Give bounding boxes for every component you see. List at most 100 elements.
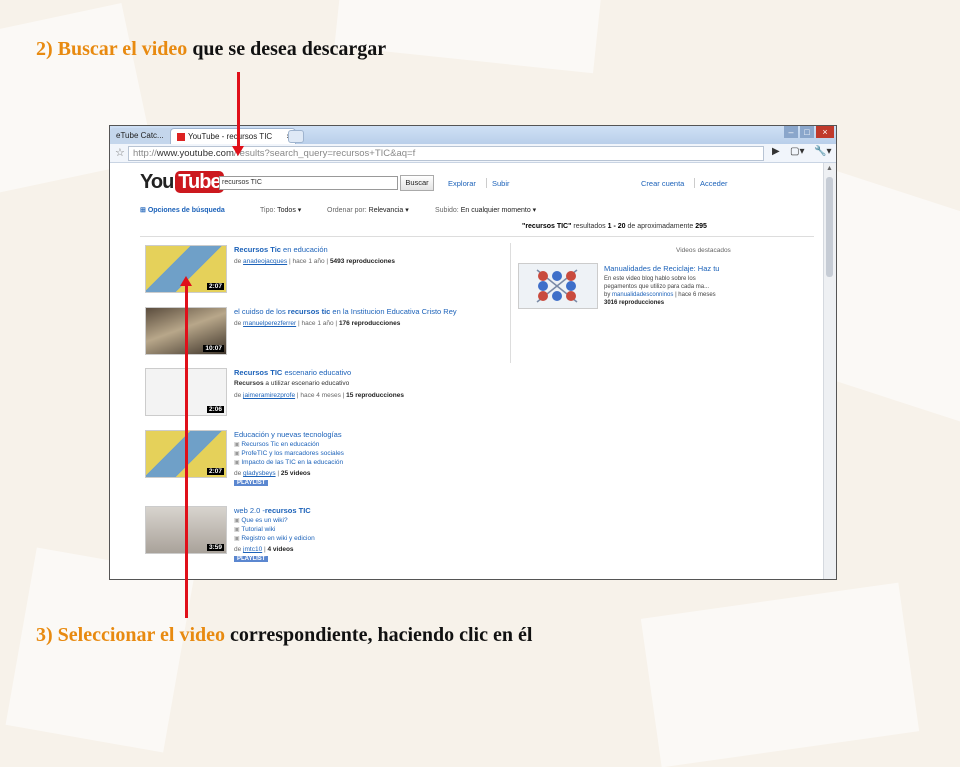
divider (694, 178, 695, 188)
scroll-thumb[interactable] (826, 177, 833, 277)
video-meta: de manuelperezferrer | hace 1 año | 176 … (234, 320, 400, 327)
play-icon[interactable]: ▶ (772, 146, 780, 157)
tipo-label: Tipo: (260, 207, 276, 214)
duration-badge: 2:07 (206, 468, 224, 475)
divider (510, 243, 511, 363)
tab-youtube[interactable]: YouTube - recursos TIC × (170, 128, 296, 145)
divider (140, 236, 814, 237)
view-count: 5493 reproducciones (329, 258, 395, 265)
new-tab-button[interactable] (288, 130, 304, 143)
title-bold: recursos TIC (264, 506, 311, 515)
duration-badge: 2:06 (206, 406, 224, 413)
tab-tube-catcher[interactable]: eTube Catc... (110, 128, 174, 144)
arrowhead-down-icon (232, 146, 244, 156)
subido-filter[interactable]: Subido: En cualquier momento ▾ (435, 206, 536, 214)
featured-title[interactable]: Manualidades de Reciclaje: Haz tu (604, 264, 719, 273)
ordenar-filter[interactable]: Ordenar por: Relevancia ▾ (327, 206, 409, 214)
divider (486, 178, 487, 188)
youtube-logo[interactable]: You Tube (140, 171, 224, 194)
results-text: resultados (571, 223, 608, 230)
view-count: 176 reproducciones (338, 320, 401, 327)
playlist-item[interactable]: Que es un wiki? (234, 517, 287, 524)
video-result[interactable]: 2:07 Recursos Tic en educación de anadeo… (145, 245, 475, 303)
search-button[interactable]: Buscar (400, 175, 434, 191)
featured-age: | hace 6 meses (673, 292, 716, 298)
browser-toolbar: ☆ http://www.youtube.com/results?search_… (110, 144, 836, 163)
address-bar[interactable]: http://www.youtube.com/results?search_qu… (128, 146, 764, 161)
results-range: 1 - 20 (607, 223, 626, 230)
featured-thumbnail-graphic (536, 269, 578, 303)
channel-link[interactable]: anadeojacques (243, 258, 287, 265)
title-pre: web 2.0 - (234, 506, 265, 515)
maximize-button[interactable]: □ (800, 126, 814, 138)
youtube-favicon-icon (177, 132, 185, 141)
minimize-button[interactable]: – (784, 126, 798, 138)
step-3-rest: correspondiente, haciendo clic en él (225, 624, 533, 646)
logo-tube: Tube (175, 171, 224, 193)
acceder-link[interactable]: Acceder (700, 179, 728, 188)
playlist-item[interactable]: Tutorial wiki (234, 526, 275, 533)
subido-label: Subido: (435, 207, 459, 214)
video-title-rest: escenario educativo (282, 368, 352, 377)
arrowhead-up-icon (180, 276, 192, 286)
subir-link[interactable]: Subir (492, 179, 510, 188)
playlist-title[interactable]: web 2.0 -recursos TIC (234, 506, 311, 515)
duration-badge: 3:59 (206, 544, 224, 551)
ordenar-value: Relevancia ▾ (368, 207, 409, 214)
video-title[interactable]: el cuidso de los recursos tic en la Inst… (234, 307, 457, 316)
scrollbar[interactable]: ▲ (823, 163, 836, 579)
video-title-pre: el cuidso de los (234, 307, 288, 316)
channel-link[interactable]: jmtc10 (243, 546, 262, 553)
search-options-toggle[interactable]: ⊞ Opciones de búsqueda (140, 206, 225, 214)
video-meta: de jaimeramirezprofe | hace 4 meses | 15… (234, 392, 404, 399)
url-host: www.youtube.com (156, 148, 234, 159)
close-window-button[interactable]: × (816, 126, 834, 138)
video-title[interactable]: Recursos Tic en educación (234, 245, 328, 254)
playlist-result[interactable]: 3:59 web 2.0 -recursos TIC Que es un wik… (145, 506, 475, 570)
step-2-rest: que se desea descargar (187, 38, 387, 60)
video-meta: de anadeojacques | hace 1 año | 5493 rep… (234, 258, 395, 265)
featured-label: Videos destacados (676, 247, 731, 254)
duration-badge: 10:07 (203, 345, 224, 352)
crear-cuenta-link[interactable]: Crear cuenta (641, 179, 684, 188)
bookmark-star-icon[interactable]: ☆ (115, 146, 125, 159)
step-2-caption: 2) Buscar el video que se desea descarga… (36, 38, 386, 61)
channel-link[interactable]: jaimeramirezprofe (243, 392, 295, 399)
video-title[interactable]: Recursos TIC escenario educativo (234, 368, 351, 377)
featured-byline: by manualidadesconninos | hace 6 meses (604, 292, 716, 298)
results-tail: de aproximadamente (625, 223, 696, 230)
step-2-number: 2) (36, 38, 53, 60)
video-result[interactable]: 10:07 el cuidso de los recursos tic en l… (145, 307, 475, 365)
playlist-item[interactable]: Impacto de las TIC en la educación (234, 459, 343, 466)
scroll-up-icon[interactable]: ▲ (826, 165, 833, 172)
duration-badge: 2:07 (206, 283, 224, 290)
channel-link[interactable]: manuelperezferrer (243, 320, 296, 327)
playlist-item[interactable]: Registro en wiki y edicion (234, 535, 314, 542)
search-input[interactable]: recursos TIC (219, 176, 398, 190)
playlist-meta: de jmtc10 | 4 videos (234, 546, 294, 553)
channel-link[interactable]: gladysbeys (243, 470, 276, 477)
page-menu-icon[interactable]: ▢▾ (790, 146, 804, 157)
step-3-highlight: Seleccionar el video (57, 624, 226, 646)
wrench-icon[interactable]: 🔧▾ (814, 146, 831, 157)
video-result[interactable]: 2:06 Recursos TIC escenario educativo Re… (145, 368, 475, 426)
playlist-title[interactable]: Educación y nuevas tecnologías (234, 430, 342, 439)
tab-bar: eTube Catc... YouTube - recursos TIC × –… (110, 126, 836, 145)
search-filters: ⊞ Opciones de búsqueda Tipo: Todos ▾ Ord… (140, 206, 814, 218)
logo-you: You (140, 171, 174, 193)
meta-prefix: de (234, 320, 244, 327)
background-shape (334, 0, 606, 74)
featured-channel-link[interactable]: manualidadesconninos (612, 292, 673, 298)
subido-value: En cualquier momento ▾ (460, 207, 537, 214)
playlist-item[interactable]: ProfeTIC y los marcadores sociales (234, 450, 344, 457)
playlist-result[interactable]: 2:07 Educación y nuevas tecnologías Recu… (145, 430, 475, 494)
tipo-filter[interactable]: Tipo: Todos ▾ (260, 206, 301, 214)
playlist-badge: PLAYLIST (234, 556, 269, 562)
step-3-number: 3) (36, 624, 53, 646)
featured-thumbnail[interactable] (518, 263, 598, 309)
playlist-item[interactable]: Recursos Tic en educación (234, 441, 319, 448)
results-query: "recursos TIC" (522, 223, 572, 230)
explorar-link[interactable]: Explorar (448, 179, 476, 188)
featured-views: 3016 reproducciones (604, 300, 664, 306)
view-count: 15 reproducciones (346, 392, 404, 399)
